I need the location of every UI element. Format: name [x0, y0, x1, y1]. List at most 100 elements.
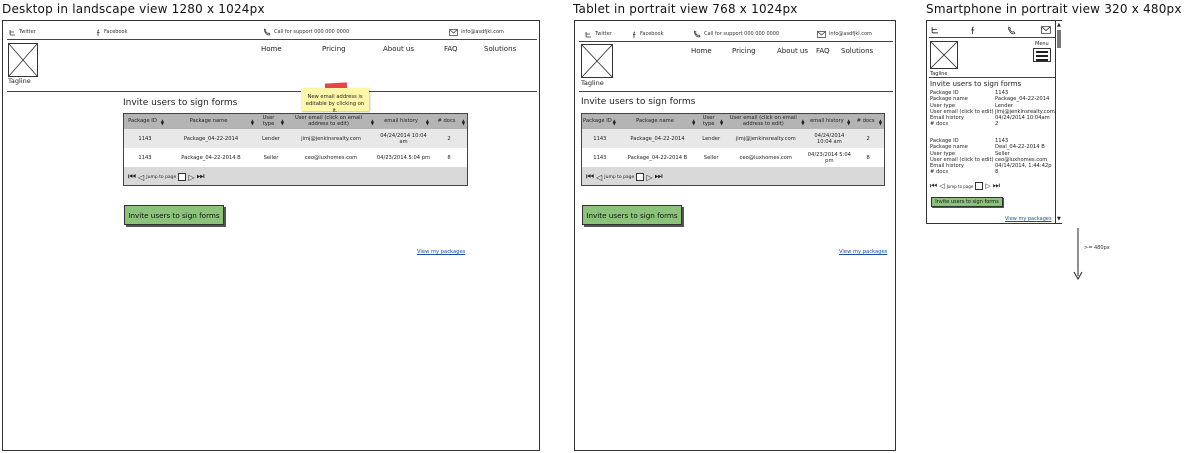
- cell: Lender: [702, 135, 721, 142]
- next-page-icon[interactable]: ▷: [985, 182, 990, 190]
- col-package-name[interactable]: Package name ▲ ▼: [166, 114, 256, 129]
- nav-pricing[interactable]: Pricing: [732, 47, 756, 55]
- cell: 04/23/2014 5:04 pm: [376, 154, 431, 161]
- mail-icon[interactable]: [1041, 26, 1051, 34]
- nav-home[interactable]: Home: [261, 45, 282, 53]
- email-link[interactable]: info@asdfjkl.com: [817, 30, 872, 38]
- col-package-id[interactable]: Package ID ▲ ▼: [582, 114, 618, 129]
- tablet-topbar: Twitter Facebook Call for support 000 00…: [585, 29, 885, 39]
- email-cell[interactable]: ceo@luxhomes.com: [286, 148, 376, 167]
- email-link[interactable]: info@asdfjkl.com: [449, 28, 504, 36]
- record-value: 04/24/2014 10:04am: [995, 115, 1050, 122]
- facebook-icon[interactable]: [969, 26, 976, 34]
- grid-header: Package ID ▲ ▼ Package name ▲ ▼ User type ▲ ▼ …: [124, 114, 467, 129]
- prev-page-icon[interactable]: ◁: [596, 173, 602, 182]
- cell: 1143: [593, 154, 607, 161]
- menu-label: Menu: [1035, 41, 1049, 47]
- email-cell[interactable]: jimj@jenkinsrealty.com: [286, 129, 376, 148]
- tablet-data-grid: Package ID ▲ ▼ Package name ▲ ▼ User type ▲ ▼ …: [581, 113, 885, 186]
- page-input[interactable]: [636, 173, 645, 181]
- nav-solutions[interactable]: Solutions: [841, 47, 873, 55]
- page-heading: Invite users to sign forms: [930, 79, 1022, 88]
- invite-button[interactable]: Invite users to sign forms: [124, 205, 224, 225]
- first-page-icon[interactable]: ⏮: [128, 172, 136, 182]
- first-page-icon[interactable]: ⏮: [586, 172, 594, 182]
- twitter-icon: [585, 31, 592, 38]
- last-page-icon[interactable]: ⏭: [196, 172, 204, 182]
- invite-button[interactable]: Invite users to sign forms: [582, 205, 682, 225]
- table-row[interactable]: 1143 Package_04-22-2014 B Seller ceo@lux…: [124, 148, 467, 167]
- col-user-email[interactable]: User email (click on email address to ed…: [286, 114, 376, 129]
- cell: Package_04-22-2014 B: [627, 154, 688, 161]
- col-user-type[interactable]: User type ▲ ▼: [697, 114, 725, 129]
- sort-icon: ▲ ▼: [250, 117, 254, 126]
- vertical-scrollbar[interactable]: ▲ ▼: [1055, 21, 1062, 223]
- logo-placeholder: [581, 44, 613, 78]
- mobile-record-1: Package ID 1143 Package name Package_04-22…: [930, 90, 1055, 128]
- tablet-frame: Twitter Facebook Call for support 000 00…: [574, 20, 896, 451]
- nav-about[interactable]: About us: [777, 47, 808, 55]
- last-page-icon[interactable]: ⏭: [993, 181, 1000, 191]
- col-docs[interactable]: # docs ▲ ▼: [431, 114, 467, 129]
- page-input[interactable]: [178, 173, 187, 181]
- table-row[interactable]: 1143 Package_04-22-2014 B Seller ceo@lux…: [582, 148, 884, 167]
- view-packages-link[interactable]: View my packages: [417, 249, 465, 255]
- mail-icon: [449, 28, 458, 36]
- col-email-history[interactable]: email history ▲ ▼: [376, 114, 431, 129]
- nav-faq[interactable]: FAQ: [816, 47, 830, 55]
- sort-icon: ▲ ▼: [878, 117, 882, 126]
- view-packages-link[interactable]: View my packages: [1005, 216, 1052, 222]
- invite-button[interactable]: Invite users to sign forms: [931, 197, 1003, 207]
- page-input[interactable]: [975, 182, 984, 190]
- record-value: 8: [995, 169, 999, 176]
- facebook-link[interactable]: Facebook: [95, 29, 128, 36]
- prev-page-icon[interactable]: ◁: [138, 173, 144, 182]
- col-docs[interactable]: # docs ▲ ▼: [852, 114, 884, 129]
- twitter-link[interactable]: Twitter: [585, 31, 612, 38]
- scrollbar-thumb[interactable]: [1057, 30, 1061, 48]
- view-packages-link[interactable]: View my packages: [839, 249, 887, 255]
- facebook-link[interactable]: Facebook: [631, 31, 664, 38]
- cell: 04/23/2014 5:04 pm: [807, 151, 851, 164]
- phone-view-title: Smartphone in portrait view 320 x 480px: [926, 2, 1182, 16]
- sort-icon: ▲ ▼: [692, 117, 696, 126]
- nav-pricing[interactable]: Pricing: [322, 45, 346, 53]
- topbar-divider: [7, 39, 537, 40]
- phone-icon[interactable]: [1007, 25, 1016, 35]
- height-marker-label: >= 480px: [1084, 245, 1110, 251]
- logo-placeholder: [930, 41, 958, 69]
- last-page-icon[interactable]: ⏭: [654, 172, 662, 182]
- next-page-icon[interactable]: ▷: [646, 173, 652, 182]
- email-cell[interactable]: ceo@luxhomes.com: [725, 148, 806, 167]
- pager-label: Jump to page: [146, 174, 177, 180]
- support-phone[interactable]: Call for support 000 000 0000: [263, 28, 349, 36]
- record-value: 04/14/2014, 1:44:42p: [995, 163, 1052, 170]
- first-page-icon[interactable]: ⏮: [930, 181, 937, 191]
- scroll-up-icon[interactable]: ▲: [1057, 22, 1061, 28]
- nav-about[interactable]: About us: [383, 45, 414, 53]
- scroll-down-icon[interactable]: ▼: [1057, 216, 1061, 222]
- sort-icon: ▲ ▼: [801, 117, 805, 126]
- record-value: 2: [995, 121, 999, 128]
- col-user-type[interactable]: User type ▲ ▼: [256, 114, 286, 129]
- support-phone[interactable]: Call for support 000 000 0000: [693, 30, 779, 38]
- nav-faq[interactable]: FAQ: [444, 45, 458, 53]
- nav-solutions[interactable]: Solutions: [484, 45, 516, 53]
- col-user-email[interactable]: User email (click on email address to ed…: [725, 114, 806, 129]
- grid-header: Package ID ▲ ▼ Package name ▲ ▼ User type ▲ ▼ …: [582, 114, 884, 129]
- sticky-note-text: New email address is editable by clickin…: [305, 94, 365, 114]
- next-page-icon[interactable]: ▷: [188, 173, 194, 182]
- prev-page-icon[interactable]: ◁: [939, 182, 944, 190]
- nav-home[interactable]: Home: [691, 47, 712, 55]
- col-package-id[interactable]: Package ID ▲ ▼: [124, 114, 166, 129]
- col-package-name[interactable]: Package name ▲ ▼: [618, 114, 697, 129]
- twitter-icon[interactable]: [931, 26, 939, 34]
- twitter-link[interactable]: Twitter: [9, 29, 36, 36]
- table-row[interactable]: 1143 Package_04-22-2014 Lender jimj@jenk…: [582, 129, 884, 148]
- hamburger-menu-icon[interactable]: [1033, 48, 1051, 62]
- col-email-history[interactable]: email history ▲ ▼: [807, 114, 853, 129]
- pager: ⏮ ◁ Jump to page ▷ ⏭: [930, 181, 1000, 191]
- table-row[interactable]: 1143 Package_04-22-2014 Lender jimj@jenk…: [124, 129, 467, 148]
- email-cell[interactable]: jimj@jenkinsrealty.com: [725, 129, 806, 148]
- header-divider: [579, 91, 893, 92]
